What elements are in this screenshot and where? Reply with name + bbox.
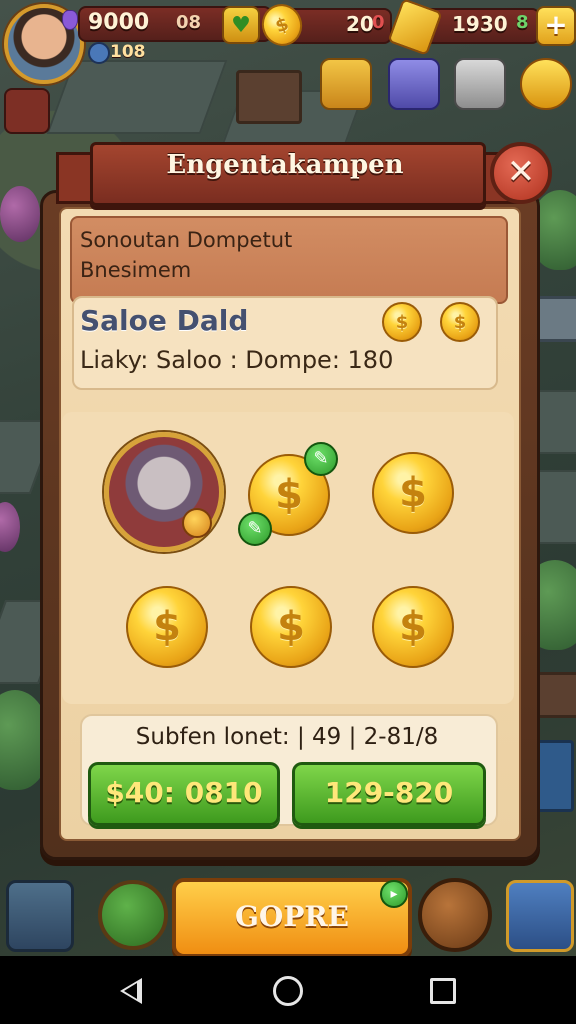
gem-value: 1930: [452, 12, 508, 36]
gem-marker: 8: [516, 12, 529, 33]
reward-coin[interactable]: $: [126, 586, 208, 668]
sword-icon[interactable]: [506, 880, 574, 952]
map-scroll-icon[interactable]: [6, 880, 74, 952]
heart-button[interactable]: ♥: [222, 6, 260, 44]
portrait-badge-icon: [182, 508, 212, 538]
floor-tile: [46, 60, 228, 134]
coin-marker: 0: [372, 12, 385, 33]
player-avatar[interactable]: [4, 4, 84, 84]
green-tag-icon: ✎: [238, 512, 272, 546]
check-heart-icon: ♥: [231, 12, 251, 38]
crate: [536, 672, 576, 718]
flower-pot: [0, 186, 40, 242]
go-button[interactable]: GOPRE: [172, 878, 412, 958]
leaf-icon[interactable]: [98, 880, 168, 950]
menu-button[interactable]: [4, 88, 50, 134]
add-currency-button[interactable]: +: [536, 6, 576, 46]
shield-icon: [88, 42, 110, 64]
vault-icon[interactable]: [454, 58, 506, 110]
balance-title: Saloe Dald: [80, 304, 249, 337]
coin-icon: $: [382, 302, 422, 342]
coin-value: 20: [346, 12, 374, 36]
back-icon-inner: [124, 983, 137, 999]
backpack-icon[interactable]: [418, 878, 492, 952]
home-icon[interactable]: [273, 976, 303, 1006]
dialog-title: Engentakampen: [166, 150, 404, 180]
play-icon: ▸: [380, 880, 408, 908]
payout-label: Subfen lonet: | 49 | 2-81/8: [135, 724, 439, 750]
green-tag-icon: ✎: [304, 442, 338, 476]
description-line-2: Bnesimem: [80, 258, 192, 282]
treasure-stack-icon[interactable]: [320, 58, 372, 110]
coin-icon: $: [440, 302, 480, 342]
reward-coin[interactable]: $: [250, 586, 332, 668]
chest: [536, 296, 576, 342]
flower-pot: [0, 502, 20, 552]
price-button-left[interactable]: $40: 0810: [88, 762, 280, 826]
balance-line: Liaky: Saloo : Dompe: 180: [80, 346, 394, 374]
crate: [236, 70, 302, 124]
player-sub-value: 108: [110, 42, 146, 62]
gem-icon: [62, 10, 78, 30]
meter-label: 08: [176, 12, 202, 33]
close-button[interactable]: ✕: [490, 142, 552, 204]
price-button-right[interactable]: 129-820: [292, 762, 486, 826]
recent-apps-icon[interactable]: [430, 978, 456, 1004]
description-line-1: Sonoutan Dompetut: [80, 228, 293, 252]
magic-potion-icon[interactable]: [388, 58, 440, 110]
reward-coin[interactable]: $: [372, 452, 454, 534]
gold-offer-icon[interactable]: [520, 58, 572, 110]
blue-box: [534, 740, 574, 812]
player-value: 9000: [88, 10, 150, 35]
reward-coin[interactable]: $: [372, 586, 454, 668]
